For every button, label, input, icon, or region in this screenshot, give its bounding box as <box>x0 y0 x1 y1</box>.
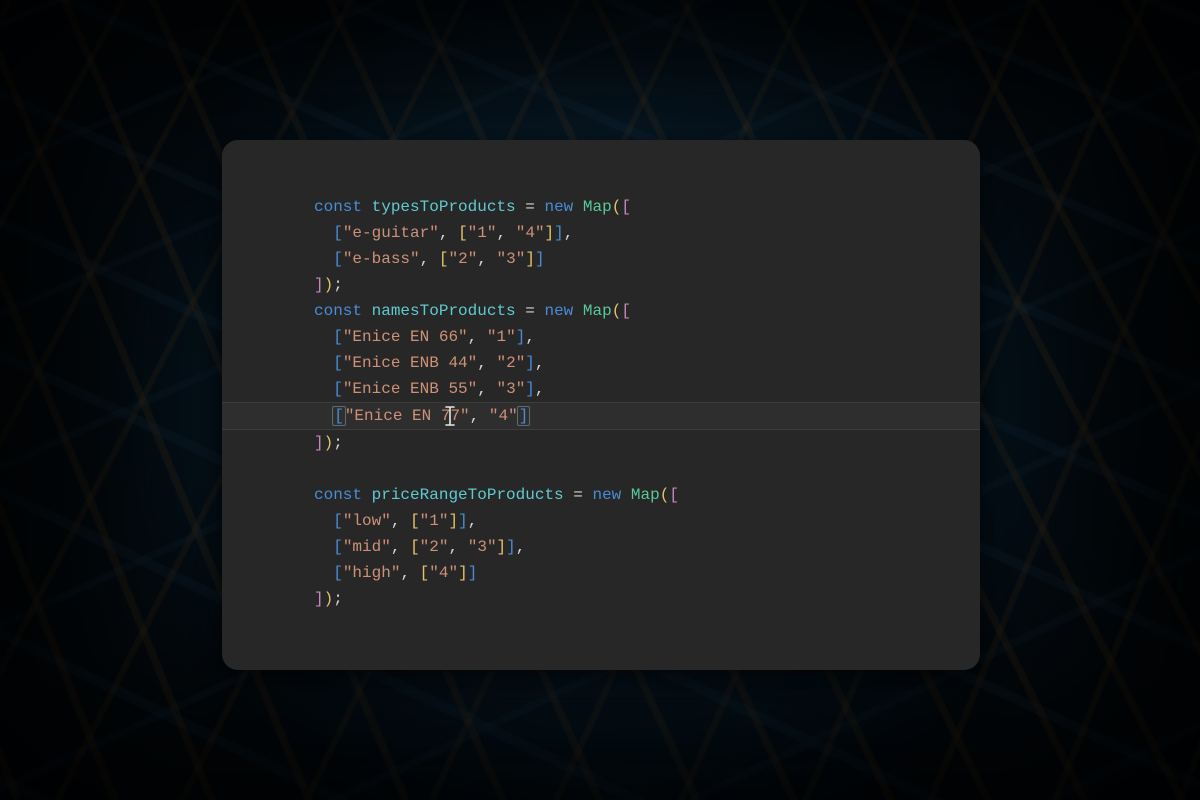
code-content[interactable]: const typesToProducts = new Map([ ["e-gu… <box>314 194 916 612</box>
active-line: ["Enice EN 77", "4"] <box>222 402 980 430</box>
key-e-guitar: "e-guitar" <box>343 224 439 242</box>
key-low: "low" <box>343 512 391 530</box>
keyword-new: new <box>544 198 573 216</box>
key-enice-enb-55: "Enice ENB 55" <box>343 380 477 398</box>
key-enice-enb-44: "Enice ENB 44" <box>343 354 477 372</box>
var-namesToProducts: namesToProducts <box>372 302 516 320</box>
var-typesToProducts: typesToProducts <box>372 198 516 216</box>
class-map: Map <box>583 198 612 216</box>
var-priceRangeToProducts: priceRangeToProducts <box>372 486 564 504</box>
key-e-bass: "e-bass" <box>343 250 420 268</box>
key-enice-en-77: "Enice EN 7 <box>345 407 451 425</box>
key-enice-en-66: "Enice EN 66" <box>343 328 468 346</box>
code-editor-window[interactable]: const typesToProducts = new Map([ ["e-gu… <box>222 140 980 670</box>
matched-bracket-close: ] <box>518 407 530 425</box>
keyword-const: const <box>314 198 362 216</box>
key-high: "high" <box>343 564 401 582</box>
key-mid: "mid" <box>343 538 391 556</box>
matched-bracket-open: [ <box>333 407 345 425</box>
